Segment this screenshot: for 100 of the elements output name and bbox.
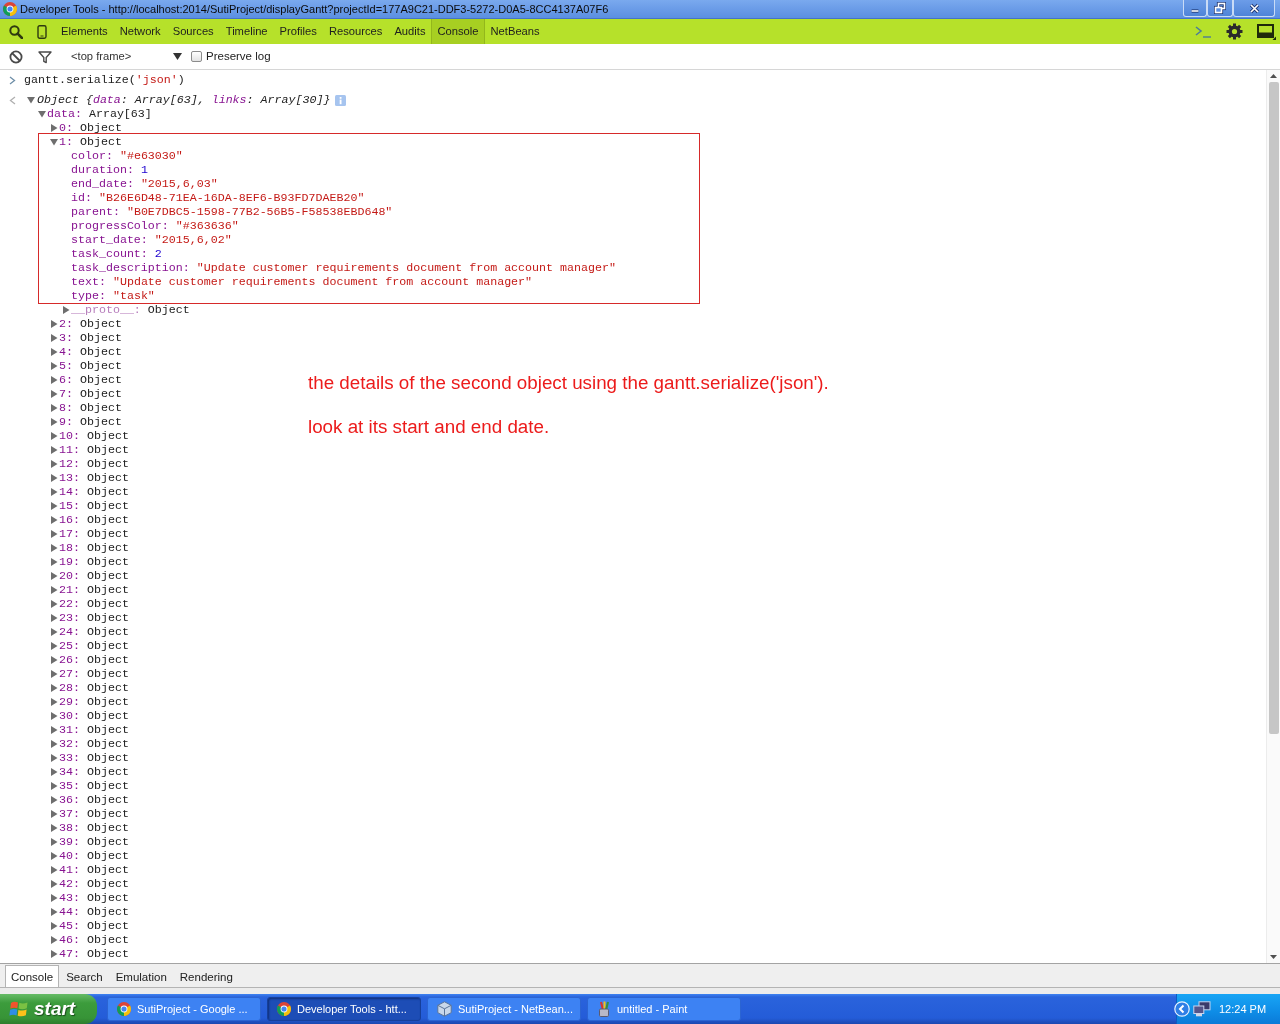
disclosure-triangle-icon[interactable] — [50, 810, 58, 818]
terminal-prompt-icon[interactable] — [1195, 25, 1212, 38]
disclosure-triangle-icon[interactable] — [50, 362, 58, 370]
disclosure-triangle-icon[interactable] — [50, 530, 58, 538]
disclosure-triangle-icon[interactable] — [50, 404, 58, 412]
drawer-tab[interactable]: Search — [60, 965, 109, 987]
disclosure-triangle-icon[interactable] — [50, 880, 58, 888]
disclosure-triangle-icon[interactable] — [50, 544, 58, 552]
settings-icon[interactable] — [1226, 23, 1243, 40]
disclosure-triangle-icon[interactable] — [50, 516, 58, 524]
start-button[interactable]: start — [0, 994, 97, 1024]
disclosure-triangle-icon[interactable] — [50, 950, 58, 958]
disclosure-triangle-icon[interactable] — [50, 138, 58, 146]
disclosure-triangle-icon[interactable] — [50, 418, 58, 426]
drawer-tab[interactable]: Console — [5, 965, 60, 987]
frame-select[interactable]: <top frame> — [71, 48, 182, 65]
disclosure-triangle-icon[interactable] — [50, 782, 58, 790]
disclosure-triangle-icon[interactable] — [50, 642, 58, 650]
panel-tab[interactable]: Resources — [322, 19, 389, 44]
disclosure-triangle-icon[interactable] — [50, 698, 58, 706]
disclosure-triangle-icon[interactable] — [50, 502, 58, 510]
disclosure-triangle-icon[interactable] — [50, 768, 58, 776]
panel-tab[interactable]: Console — [431, 19, 485, 44]
dock-icon[interactable] — [1257, 23, 1276, 40]
disclosure-triangle-icon[interactable] — [50, 894, 58, 902]
drawer-tab[interactable]: Emulation — [109, 965, 173, 987]
restore-button[interactable] — [1207, 0, 1233, 17]
scrollbar-thumb[interactable] — [1268, 82, 1279, 734]
chevron-left-icon[interactable] — [1174, 1001, 1190, 1017]
disclosure-triangle-icon[interactable] — [50, 922, 58, 930]
disclosure-triangle-icon[interactable] — [50, 558, 58, 566]
property-name: id: — [71, 191, 92, 205]
preserve-log-checkbox[interactable] — [191, 51, 202, 62]
property-name: 30: — [59, 709, 80, 723]
disclosure-triangle-icon[interactable] — [50, 572, 58, 580]
disclosure-triangle-icon[interactable] — [50, 754, 58, 762]
disclosure-triangle-icon[interactable] — [27, 96, 35, 104]
panel-tab[interactable]: Timeline — [219, 19, 274, 44]
disclosure-triangle-icon[interactable] — [50, 586, 58, 594]
taskbar-button[interactable]: untitled - Paint — [587, 997, 741, 1021]
scroll-up-arrow-icon[interactable] — [1270, 74, 1277, 78]
annotation-text: look at its start and end date. — [308, 416, 551, 438]
scroll-down-arrow-icon[interactable] — [1270, 955, 1277, 959]
disclosure-triangle-icon[interactable] — [50, 390, 58, 398]
disclosure-triangle-icon[interactable] — [50, 446, 58, 454]
network-computers-icon[interactable] — [1193, 1001, 1211, 1017]
checkbox-label[interactable]: Preserve log — [206, 47, 271, 66]
disclosure-triangle-icon[interactable] — [50, 614, 58, 622]
disclosure-triangle-icon[interactable] — [50, 656, 58, 664]
disclosure-triangle-icon[interactable] — [62, 306, 70, 314]
disclosure-triangle-icon[interactable] — [50, 684, 58, 692]
disclosure-triangle-icon[interactable] — [50, 600, 58, 608]
disclosure-triangle-icon[interactable] — [50, 334, 58, 342]
disclosure-triangle-icon[interactable] — [50, 320, 58, 328]
disclosure-triangle-icon[interactable] — [38, 110, 46, 118]
disclosure-triangle-icon[interactable] — [50, 824, 58, 832]
drawer-tab[interactable]: Rendering — [173, 965, 239, 987]
taskbar-button[interactable]: SutiProject - Google ... — [107, 997, 261, 1021]
panel-tab[interactable]: Elements — [55, 19, 114, 44]
disclosure-triangle-icon[interactable] — [50, 474, 58, 482]
taskbar-button[interactable]: SutiProject - NetBean... — [427, 997, 581, 1021]
property-name: __proto__: — [71, 303, 141, 317]
disclosure-triangle-icon[interactable] — [50, 908, 58, 916]
disclosure-triangle-icon[interactable] — [50, 376, 58, 384]
panel-tab[interactable]: Audits — [388, 19, 432, 44]
disclosure-triangle-icon[interactable] — [50, 796, 58, 804]
disclosure-triangle-icon[interactable] — [50, 852, 58, 860]
panel-tab[interactable]: Sources — [166, 19, 220, 44]
prohibited-icon[interactable] — [9, 49, 23, 64]
disclosure-triangle-icon[interactable] — [50, 124, 58, 132]
disclosure-triangle-icon[interactable] — [50, 726, 58, 734]
disclosure-triangle-icon[interactable] — [50, 712, 58, 720]
disclosure-triangle-icon[interactable] — [50, 432, 58, 440]
property-value: Object — [86, 471, 129, 485]
panel-tab[interactable]: Profiles — [273, 19, 323, 44]
panel-tab[interactable]: NetBeans — [484, 19, 546, 44]
disclosure-triangle-icon[interactable] — [50, 460, 58, 468]
property-name: 17: — [59, 527, 80, 541]
property-name: 18: — [59, 541, 80, 555]
disclosure-triangle-icon[interactable] — [50, 488, 58, 496]
tricolor-ring-icon — [3, 2, 17, 16]
minimize-button[interactable] — [1183, 0, 1207, 17]
taskbar-button[interactable]: Developer Tools - htt... — [267, 997, 421, 1021]
close-button[interactable] — [1233, 0, 1275, 17]
disclosure-triangle-icon[interactable] — [50, 670, 58, 678]
disclosure-triangle-icon[interactable] — [50, 348, 58, 356]
property-value: Object — [86, 443, 129, 457]
property-value: Object — [86, 625, 129, 639]
disclosure-triangle-icon[interactable] — [50, 838, 58, 846]
phone-icon[interactable] — [37, 24, 47, 39]
disclosure-triangle-icon[interactable] — [50, 866, 58, 874]
disclosure-triangle-icon[interactable] — [50, 740, 58, 748]
property-name: 4: — [59, 345, 73, 359]
disclosure-triangle-icon[interactable] — [50, 936, 58, 944]
property-name: 24: — [59, 625, 80, 639]
disclosure-triangle-icon[interactable] — [50, 628, 58, 636]
property-name: task_count: — [71, 247, 148, 261]
filter-icon[interactable] — [38, 49, 52, 64]
panel-tab[interactable]: Network — [113, 19, 167, 44]
search-icon[interactable] — [9, 24, 23, 39]
